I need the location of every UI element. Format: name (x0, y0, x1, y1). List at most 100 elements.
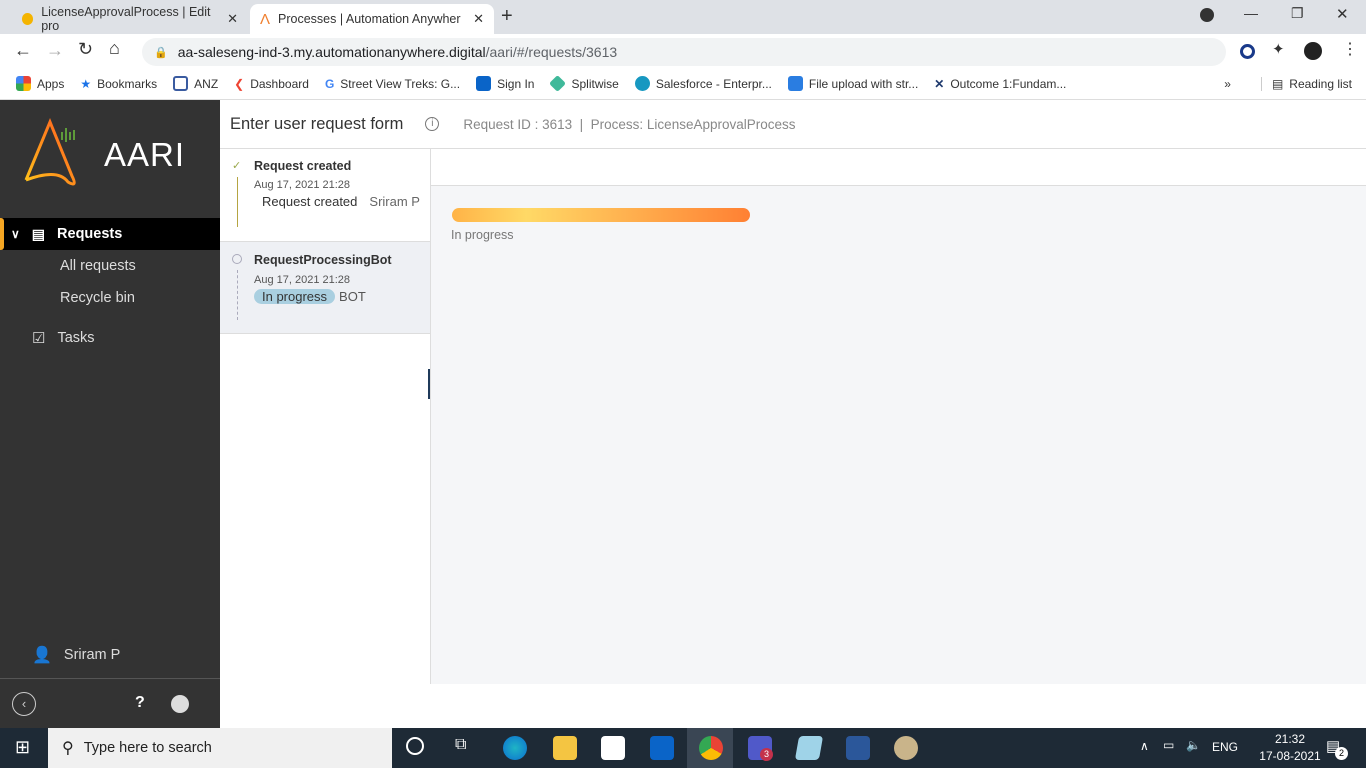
outlook-icon[interactable] (650, 736, 674, 760)
collapse-sidebar-icon[interactable]: ‹ (12, 692, 36, 716)
bookmark-label: Apps (37, 76, 65, 91)
panel-resize-handle[interactable] (428, 369, 430, 399)
requests-icon: ▤ (31, 225, 46, 242)
bookmark-label: Dashboard (250, 76, 309, 91)
globe-icon[interactable] (171, 695, 189, 713)
step-date: Aug 17, 2021 21:28 (254, 274, 351, 286)
brand-name: AARI (104, 136, 186, 173)
bookmark-sign-in[interactable]: Sign In (476, 76, 534, 91)
bookmark-label: Street View Treks: G... (340, 76, 461, 91)
app-icon[interactable] (794, 736, 824, 760)
aari-logo-icon (24, 118, 76, 186)
bookmark-apps[interactable]: Apps (16, 76, 64, 91)
minimize-button[interactable]: — (1244, 5, 1258, 21)
cortana-icon[interactable] (406, 737, 424, 755)
file-explorer-icon[interactable] (553, 736, 577, 760)
url-field[interactable]: 🔒 aa-saleseng-ind-3.my.automationanywher… (142, 38, 1226, 66)
show-hidden-icons[interactable]: ∧ (1140, 739, 1149, 753)
url-host: aa-saleseng-ind-3.my.automationanywhere.… (177, 44, 486, 60)
bookmark-label: ANZ (194, 76, 219, 91)
step-title: Request created (254, 159, 352, 173)
sidebar-item-all-requests[interactable]: All requests (0, 250, 220, 282)
sidebar: AARI ∨ ▤ Requests All requests Recycle b… (0, 100, 220, 728)
chevron-down-icon: ∨ (11, 227, 20, 241)
reading-list-button[interactable]: ▤ Reading list (1260, 76, 1352, 91)
sidebar-item-tasks[interactable]: ☑ Tasks (0, 322, 220, 354)
edge-icon[interactable] (503, 736, 527, 760)
step-title: RequestProcessingBot (254, 253, 392, 267)
info-icon[interactable]: i (425, 117, 440, 131)
timeline-panel: ✓ Request created Aug 17, 2021 21:28 Req… (220, 149, 431, 684)
tab-license-approval[interactable]: LicenseApprovalProcess | Edit pro ✕ (12, 4, 248, 34)
sidebar-item-label: Tasks (57, 330, 95, 346)
lock-icon: 🔒 (154, 46, 168, 59)
extensions-puzzle-icon[interactable]: ✦ (1272, 40, 1285, 58)
tab-title: Processes | Automation Anywher (278, 12, 461, 26)
battery-icon[interactable]: ▭ (1163, 738, 1174, 752)
profile-avatar[interactable] (1304, 42, 1322, 60)
close-window-button[interactable]: ✕ (1336, 5, 1349, 23)
bookmark-file-upload[interactable]: File upload with str... (787, 76, 918, 91)
file-upload-icon (787, 76, 803, 91)
task-view-icon[interactable]: ⧉ (455, 736, 466, 754)
tab-title: LicenseApprovalProcess | Edit pro (41, 5, 211, 33)
close-tab-icon[interactable]: ✕ (227, 11, 238, 27)
menu-icon[interactable]: ⋮ (1342, 39, 1358, 59)
windows-start-icon[interactable]: ⊞ (15, 737, 30, 758)
content-panel: In progress (431, 149, 1366, 684)
page-title: Enter user request form (230, 114, 404, 133)
language-indicator[interactable]: ENG (1212, 740, 1238, 754)
extension-icon[interactable] (1240, 44, 1255, 59)
browser-tab-bar: LicenseApprovalProcess | Edit pro ✕ Λ Pro… (0, 0, 1366, 34)
outlook-icon (476, 76, 492, 91)
bookmark-bookmarks[interactable]: ★ Bookmarks (80, 77, 157, 91)
salesforce-icon (634, 76, 650, 91)
sidebar-item-requests[interactable]: ∨ ▤ Requests (0, 218, 220, 250)
store-icon[interactable] (601, 736, 625, 760)
paint-icon[interactable] (894, 736, 918, 760)
url-path: /aari/#/requests/3613 (485, 44, 618, 60)
reading-list-icon: ▤ (1271, 76, 1284, 91)
bookmark-salesforce[interactable]: Salesforce - Enterpr... (634, 76, 772, 91)
reading-list-label: Reading list (1289, 76, 1352, 91)
bookmark-street-view[interactable]: G Street View Treks: G... (325, 77, 460, 91)
new-tab-button[interactable]: + (501, 5, 513, 28)
user-profile[interactable]: 👤 Sriram P (0, 639, 220, 671)
bookmark-splitwise[interactable]: Splitwise (549, 75, 619, 92)
bookmark-anz[interactable]: ANZ (173, 76, 218, 91)
more-bookmarks-button[interactable]: » (1224, 77, 1231, 91)
close-tab-icon[interactable]: ✕ (473, 11, 484, 27)
apps-grid-icon (16, 76, 31, 91)
step-actor: Sriram P (369, 194, 420, 209)
word-icon[interactable] (846, 736, 870, 760)
bookmark-label: Salesforce - Enterpr... (655, 76, 772, 91)
divider (0, 678, 220, 679)
timeline-step[interactable]: RequestProcessingBot Aug 17, 2021 21:28 … (220, 241, 430, 334)
sidebar-item-label: All requests (60, 258, 136, 274)
restore-button[interactable]: ❐ (1291, 5, 1304, 22)
reload-icon[interactable]: ↻ (78, 39, 93, 60)
timeline-step[interactable]: ✓ Request created Aug 17, 2021 21:28 Req… (220, 149, 430, 241)
forward-icon[interactable]: → (46, 40, 64, 61)
clock-time[interactable]: 21:32 (1260, 732, 1320, 746)
taskbar-search-input[interactable]: ⚲ Type here to search (48, 728, 392, 768)
tab-processes[interactable]: Λ Processes | Automation Anywher ✕ (250, 4, 494, 34)
sidebar-item-recycle-bin[interactable]: Recycle bin (0, 282, 220, 314)
user-name: Sriram P (63, 647, 121, 663)
process-icon (22, 13, 34, 25)
dashboard-icon: ❮ (234, 76, 245, 91)
bookmark-dashboard[interactable]: ❮ Dashboard (234, 77, 309, 91)
chrome-icon[interactable] (699, 736, 723, 760)
help-icon[interactable]: ? (135, 694, 145, 712)
bookmark-outcome[interactable]: ✕ Outcome 1:Fundam... (934, 77, 1066, 91)
lock-icon (173, 76, 189, 91)
search-placeholder: Type here to search (83, 740, 212, 756)
clock-date[interactable]: 17-08-2021 (1256, 749, 1324, 763)
home-icon[interactable]: ⌂ (109, 38, 120, 59)
volume-icon[interactable]: 🔈 (1186, 738, 1201, 752)
tab-search-icon[interactable] (1200, 8, 1214, 22)
content-toolbar (431, 149, 1366, 186)
request-meta: Request ID : 3613 | Process: LicenseAppr… (463, 116, 796, 132)
back-icon[interactable]: ← (14, 40, 32, 61)
x-logo-icon: ✕ (934, 76, 945, 91)
